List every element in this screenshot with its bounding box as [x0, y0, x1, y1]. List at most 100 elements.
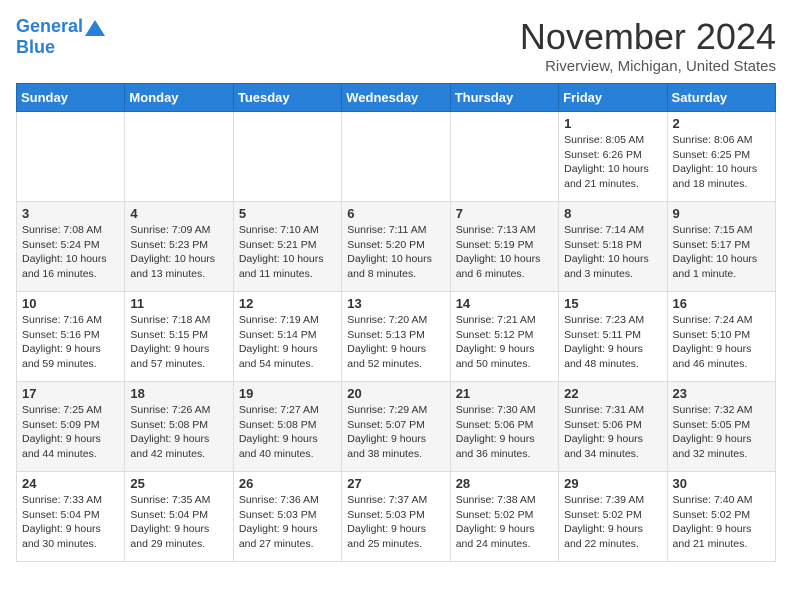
- day-info: Sunrise: 7:21 AMSunset: 5:12 PMDaylight:…: [456, 313, 553, 372]
- calendar-cell: 2 Sunrise: 8:06 AMSunset: 6:25 PMDaylight…: [667, 112, 775, 202]
- page-header: General Blue November 2024 Riverview, Mi…: [16, 16, 776, 75]
- weekday-header: Sunday: [17, 84, 125, 112]
- day-info: Sunrise: 7:09 AMSunset: 5:23 PMDaylight:…: [130, 223, 227, 282]
- day-info: Sunrise: 7:31 AMSunset: 5:06 PMDaylight:…: [564, 403, 661, 462]
- day-info: Sunrise: 8:05 AMSunset: 6:26 PMDaylight:…: [564, 133, 661, 192]
- day-number: 13: [347, 296, 444, 311]
- calendar-cell: 29Sunrise: 7:39 AMSunset: 5:02 PMDayligh…: [559, 472, 667, 562]
- calendar-cell: [342, 112, 450, 202]
- weekday-header: Friday: [559, 84, 667, 112]
- calendar-cell: 8 Sunrise: 7:14 AMSunset: 5:18 PMDaylight…: [559, 202, 667, 292]
- day-number: 18: [130, 386, 227, 401]
- day-info: Sunrise: 7:18 AMSunset: 5:15 PMDaylight:…: [130, 313, 227, 372]
- calendar-cell: 6 Sunrise: 7:11 AMSunset: 5:20 PMDaylight…: [342, 202, 450, 292]
- day-info: Sunrise: 7:37 AMSunset: 5:03 PMDaylight:…: [347, 493, 444, 552]
- title-area: November 2024 Riverview, Michigan, Unite…: [520, 16, 776, 75]
- day-number: 22: [564, 386, 661, 401]
- calendar-cell: 3 Sunrise: 7:08 AMSunset: 5:24 PMDaylight…: [17, 202, 125, 292]
- day-number: 19: [239, 386, 336, 401]
- day-info: Sunrise: 7:13 AMSunset: 5:19 PMDaylight:…: [456, 223, 553, 282]
- calendar-cell: 14 Sunrise: 7:21 AMSunset: 5:12 PMDayligh…: [450, 292, 558, 382]
- day-number: 4: [130, 206, 227, 221]
- calendar-cell: 13 Sunrise: 7:20 AMSunset: 5:13 PMDayligh…: [342, 292, 450, 382]
- day-number: 23: [673, 386, 770, 401]
- calendar-cell: 16 Sunrise: 7:24 AMSunset: 5:10 PMDayligh…: [667, 292, 775, 382]
- calendar-cell: [125, 112, 233, 202]
- day-info: Sunrise: 7:11 AMSunset: 5:20 PMDaylight:…: [347, 223, 444, 282]
- weekday-header: Thursday: [450, 84, 558, 112]
- location-subtitle: Riverview, Michigan, United States: [520, 58, 776, 75]
- calendar-week-row: 24Sunrise: 7:33 AMSunset: 5:04 PMDayligh…: [17, 472, 776, 562]
- day-number: 28: [456, 476, 553, 491]
- day-number: 8: [564, 206, 661, 221]
- calendar-cell: 10 Sunrise: 7:16 AMSunset: 5:16 PMDayligh…: [17, 292, 125, 382]
- day-number: 10: [22, 296, 119, 311]
- weekday-header-row: SundayMondayTuesdayWednesdayThursdayFrid…: [17, 84, 776, 112]
- day-info: Sunrise: 7:20 AMSunset: 5:13 PMDaylight:…: [347, 313, 444, 372]
- day-info: Sunrise: 7:19 AMSunset: 5:14 PMDaylight:…: [239, 313, 336, 372]
- calendar-cell: 11 Sunrise: 7:18 AMSunset: 5:15 PMDayligh…: [125, 292, 233, 382]
- calendar-cell: 7Sunrise: 7:13 AMSunset: 5:19 PMDaylight…: [450, 202, 558, 292]
- calendar-cell: 15 Sunrise: 7:23 AMSunset: 5:11 PMDayligh…: [559, 292, 667, 382]
- calendar-week-row: 10 Sunrise: 7:16 AMSunset: 5:16 PMDayligh…: [17, 292, 776, 382]
- day-info: Sunrise: 7:23 AMSunset: 5:11 PMDaylight:…: [564, 313, 661, 372]
- calendar-cell: 9Sunrise: 7:15 AMSunset: 5:17 PMDaylight…: [667, 202, 775, 292]
- day-info: Sunrise: 7:26 AMSunset: 5:08 PMDaylight:…: [130, 403, 227, 462]
- calendar-week-row: 1 Sunrise: 8:05 AMSunset: 6:26 PMDaylight…: [17, 112, 776, 202]
- day-number: 17: [22, 386, 119, 401]
- day-info: Sunrise: 7:30 AMSunset: 5:06 PMDaylight:…: [456, 403, 553, 462]
- calendar-cell: [17, 112, 125, 202]
- day-number: 25: [130, 476, 227, 491]
- calendar-cell: 5 Sunrise: 7:10 AMSunset: 5:21 PMDaylight…: [233, 202, 341, 292]
- day-info: Sunrise: 7:38 AMSunset: 5:02 PMDaylight:…: [456, 493, 553, 552]
- day-info: Sunrise: 7:16 AMSunset: 5:16 PMDaylight:…: [22, 313, 119, 372]
- calendar-cell: 24Sunrise: 7:33 AMSunset: 5:04 PMDayligh…: [17, 472, 125, 562]
- day-info: Sunrise: 7:32 AMSunset: 5:05 PMDaylight:…: [673, 403, 770, 462]
- day-number: 14: [456, 296, 553, 311]
- day-number: 12: [239, 296, 336, 311]
- calendar-cell: 21Sunrise: 7:30 AMSunset: 5:06 PMDayligh…: [450, 382, 558, 472]
- day-info: Sunrise: 7:29 AMSunset: 5:07 PMDaylight:…: [347, 403, 444, 462]
- day-number: 11: [130, 296, 227, 311]
- day-info: Sunrise: 7:36 AMSunset: 5:03 PMDaylight:…: [239, 493, 336, 552]
- weekday-header: Wednesday: [342, 84, 450, 112]
- logo: General Blue: [16, 16, 105, 58]
- day-number: 1: [564, 116, 661, 131]
- calendar-week-row: 17 Sunrise: 7:25 AMSunset: 5:09 PMDayligh…: [17, 382, 776, 472]
- day-info: Sunrise: 7:39 AMSunset: 5:02 PMDaylight:…: [564, 493, 661, 552]
- day-info: Sunrise: 7:27 AMSunset: 5:08 PMDaylight:…: [239, 403, 336, 462]
- day-number: 26: [239, 476, 336, 491]
- calendar-week-row: 3 Sunrise: 7:08 AMSunset: 5:24 PMDaylight…: [17, 202, 776, 292]
- day-info: Sunrise: 8:06 AMSunset: 6:25 PMDaylight:…: [673, 133, 770, 192]
- calendar-cell: [450, 112, 558, 202]
- logo-text-general: General: [16, 17, 83, 37]
- calendar-cell: 30Sunrise: 7:40 AMSunset: 5:02 PMDayligh…: [667, 472, 775, 562]
- calendar-cell: 12 Sunrise: 7:19 AMSunset: 5:14 PMDayligh…: [233, 292, 341, 382]
- day-number: 3: [22, 206, 119, 221]
- day-info: Sunrise: 7:24 AMSunset: 5:10 PMDaylight:…: [673, 313, 770, 372]
- calendar-cell: 25 Sunrise: 7:35 AMSunset: 5:04 PMDayligh…: [125, 472, 233, 562]
- day-number: 15: [564, 296, 661, 311]
- weekday-header: Saturday: [667, 84, 775, 112]
- month-title: November 2024: [520, 16, 776, 58]
- weekday-header: Tuesday: [233, 84, 341, 112]
- day-info: Sunrise: 7:25 AMSunset: 5:09 PMDaylight:…: [22, 403, 119, 462]
- weekday-header: Monday: [125, 84, 233, 112]
- day-number: 2: [673, 116, 770, 131]
- logo-icon: [83, 16, 105, 38]
- day-number: 5: [239, 206, 336, 221]
- calendar-cell: 27Sunrise: 7:37 AMSunset: 5:03 PMDayligh…: [342, 472, 450, 562]
- day-number: 20: [347, 386, 444, 401]
- calendar-cell: 26 Sunrise: 7:36 AMSunset: 5:03 PMDayligh…: [233, 472, 341, 562]
- calendar-cell: 18 Sunrise: 7:26 AMSunset: 5:08 PMDayligh…: [125, 382, 233, 472]
- day-info: Sunrise: 7:14 AMSunset: 5:18 PMDaylight:…: [564, 223, 661, 282]
- day-info: Sunrise: 7:10 AMSunset: 5:21 PMDaylight:…: [239, 223, 336, 282]
- calendar-cell: 23 Sunrise: 7:32 AMSunset: 5:05 PMDayligh…: [667, 382, 775, 472]
- day-number: 6: [347, 206, 444, 221]
- day-info: Sunrise: 7:35 AMSunset: 5:04 PMDaylight:…: [130, 493, 227, 552]
- day-info: Sunrise: 7:08 AMSunset: 5:24 PMDaylight:…: [22, 223, 119, 282]
- calendar-cell: 20 Sunrise: 7:29 AMSunset: 5:07 PMDayligh…: [342, 382, 450, 472]
- calendar-cell: 28 Sunrise: 7:38 AMSunset: 5:02 PMDayligh…: [450, 472, 558, 562]
- day-number: 9: [673, 206, 770, 221]
- day-number: 16: [673, 296, 770, 311]
